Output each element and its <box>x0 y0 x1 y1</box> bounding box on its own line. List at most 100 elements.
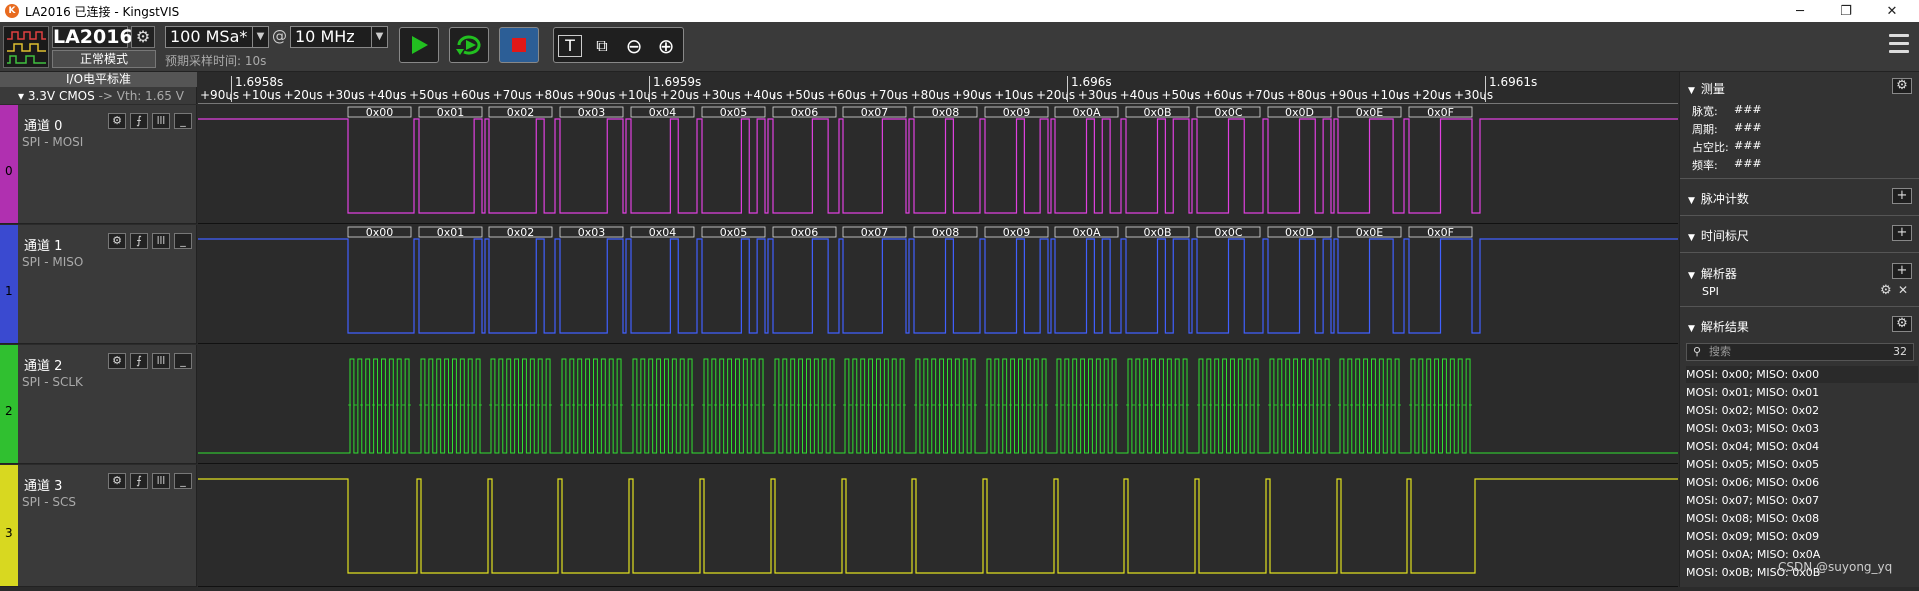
channel-0-label[interactable]: 0 通道 0 SPI - MOSI ⚙ ⨍ Ⲽ _ <box>0 105 197 224</box>
sample-rate-select[interactable]: 100 MSa* ▼ <box>165 26 269 48</box>
channel-settings-gear-icon[interactable]: ⚙ <box>108 473 126 489</box>
time-ruler-title[interactable]: 时间标尺 <box>1688 227 1749 244</box>
falling-edge-trigger-icon[interactable]: Ⲽ <box>152 473 170 489</box>
zoom-in-icon[interactable]: ⊕ <box>652 34 680 58</box>
channel-3-label[interactable]: 3 通道 3 SPI - SCS ⚙ ⨍ Ⲽ _ <box>0 465 197 587</box>
waveform-sclk[interactable] <box>198 345 1678 464</box>
device-settings-gear-icon[interactable]: ⚙ <box>131 26 155 48</box>
decode-label: 0x0E <box>1356 226 1384 239</box>
low-level-trigger-icon[interactable]: _ <box>174 113 192 129</box>
result-item[interactable]: MOSI: 0x07; MISO: 0x07 <box>1686 492 1918 509</box>
analyzer-settings-gear-icon[interactable]: ⚙ <box>1880 283 1892 298</box>
divider <box>1680 252 1919 253</box>
results-settings-gear-icon[interactable]: ⚙ <box>1892 316 1912 332</box>
device-logo-icon[interactable] <box>3 26 49 68</box>
falling-edge-trigger-icon[interactable]: Ⲽ <box>152 233 170 249</box>
ruler-tick <box>689 94 691 100</box>
start-button[interactable] <box>399 27 439 63</box>
ruler-major-label: 1.6959s <box>653 75 702 89</box>
ruler-minor-label: +30us <box>1077 88 1117 102</box>
ruler-minor-label: +60us <box>450 88 490 102</box>
falling-edge-trigger-icon[interactable]: Ⲽ <box>152 353 170 369</box>
result-item[interactable]: MOSI: 0x09; MISO: 0x09 <box>1686 528 1918 545</box>
decode-label: 0x0A <box>1072 106 1101 119</box>
waveform-miso[interactable]: 0x00 0x01 0x02 0x03 0x04 0x05 0x06 0x07 0x08 0x09… <box>198 225 1678 344</box>
channel-protocol: SPI - SCS <box>22 495 76 509</box>
falling-edge-trigger-icon[interactable]: Ⲽ <box>152 113 170 129</box>
result-item[interactable]: MOSI: 0x03; MISO: 0x03 <box>1686 420 1918 437</box>
maximize-button[interactable]: ❐ <box>1823 0 1869 22</box>
result-item[interactable]: MOSI: 0x08; MISO: 0x08 <box>1686 510 1918 527</box>
rising-edge-trigger-icon[interactable]: ⨍ <box>130 113 148 129</box>
add-pulse-count-icon[interactable]: + <box>1892 188 1912 204</box>
minimize-button[interactable]: ─ <box>1777 0 1823 22</box>
decode-label: 0x04 <box>649 226 677 239</box>
close-button[interactable]: ✕ <box>1869 0 1915 22</box>
results-title[interactable]: 解析结果 <box>1688 318 1749 335</box>
result-item[interactable]: MOSI: 0x00; MISO: 0x00 <box>1686 366 1918 383</box>
low-level-trigger-icon[interactable]: _ <box>174 473 192 489</box>
rising-edge-trigger-icon[interactable]: ⨍ <box>130 353 148 369</box>
result-item[interactable]: MOSI: 0x02; MISO: 0x02 <box>1686 402 1918 419</box>
rising-edge-trigger-icon[interactable]: ⨍ <box>130 473 148 489</box>
zoom-out-icon[interactable]: ⊖ <box>620 34 648 58</box>
ruler-major-tick <box>1485 76 1486 102</box>
result-item[interactable]: MOSI: 0x01; MISO: 0x01 <box>1686 384 1918 401</box>
ruler-tick <box>1149 94 1151 100</box>
decode-label: 0x04 <box>649 106 677 119</box>
measure-row: 脉宽: ### <box>1692 103 1762 119</box>
ruler-tick <box>731 94 733 100</box>
channel-1-label[interactable]: 1 通道 1 SPI - MISO ⚙ ⨍ Ⲽ _ <box>0 225 197 344</box>
ruler-tick <box>606 94 608 100</box>
decode-label: 0x02 <box>507 226 535 239</box>
ruler-minor-label: +70us <box>492 88 532 102</box>
repeat-start-button[interactable] <box>449 27 489 63</box>
menu-icon[interactable] <box>1889 34 1909 58</box>
channel-settings-gear-icon[interactable]: ⚙ <box>108 233 126 249</box>
remove-analyzer-close-icon[interactable]: ✕ <box>1898 283 1908 297</box>
ruler-tick <box>1358 94 1360 100</box>
results-search-input[interactable]: ⚲ 搜索 32 <box>1686 343 1914 361</box>
title-bar: K LA2016 已连接 - KingstVIS ─ ❐ ✕ <box>0 0 1919 22</box>
measure-title[interactable]: 测量 <box>1688 80 1725 97</box>
ruler-tick <box>1191 94 1193 100</box>
device-mode[interactable]: 正常模式 <box>52 50 156 68</box>
device-name[interactable]: LA2016 <box>52 26 133 48</box>
low-level-trigger-icon[interactable]: _ <box>174 233 192 249</box>
frequency-select[interactable]: 10 MHz ▼ <box>290 26 388 48</box>
time-ruler[interactable]: +90us +10us +20us +30us +40us +50us +60us +70us… <box>198 72 1678 104</box>
zoom-fit-icon[interactable]: ⧉ <box>588 34 616 58</box>
rising-edge-trigger-icon[interactable]: ⨍ <box>130 233 148 249</box>
channel-name: 通道 0 <box>24 119 63 134</box>
ruler-tick <box>522 94 524 100</box>
measure-label: 周期: <box>1692 123 1718 136</box>
pulse-count-title[interactable]: 脉冲计数 <box>1688 190 1749 207</box>
measure-row: 周期: ### <box>1692 121 1762 137</box>
result-item[interactable]: MOSI: 0x05; MISO: 0x05 <box>1686 456 1918 473</box>
ruler-minor-label: +80us <box>534 88 574 102</box>
ruler-minor-label: +20us <box>659 88 699 102</box>
channel-settings-gear-icon[interactable]: ⚙ <box>108 113 126 129</box>
channel-2-label[interactable]: 2 通道 2 SPI - SCLK ⚙ ⨍ Ⲽ _ <box>0 345 197 464</box>
analyzer-title[interactable]: 解析器 <box>1688 265 1737 282</box>
decode-label: 0x0B <box>1143 226 1171 239</box>
measure-settings-gear-icon[interactable]: ⚙ <box>1892 78 1912 94</box>
ruler-minor-label: +90us <box>200 88 240 102</box>
at-label: @ <box>272 27 287 45</box>
io-standard-select[interactable]: ▾ 3.3V CMOS -> Vth: 1.65 V <box>18 89 184 103</box>
add-time-ruler-icon[interactable]: + <box>1892 225 1912 241</box>
text-tool-icon[interactable]: T <box>558 35 582 57</box>
result-item[interactable]: MOSI: 0x06; MISO: 0x06 <box>1686 474 1918 491</box>
waveform-scs[interactable] <box>198 465 1678 587</box>
waveform-mosi[interactable]: 0x00 0x01 0x02 0x03 0x04 0x05 0x06 0x07 0x08 0x09… <box>198 105 1678 224</box>
decode-label: 0x07 <box>861 106 889 119</box>
add-analyzer-icon[interactable]: + <box>1892 263 1912 279</box>
low-level-trigger-icon[interactable]: _ <box>174 353 192 369</box>
stop-button[interactable] <box>499 27 539 63</box>
result-item[interactable]: MOSI: 0x04; MISO: 0x04 <box>1686 438 1918 455</box>
stop-icon <box>512 38 526 52</box>
channel-settings-gear-icon[interactable]: ⚙ <box>108 353 126 369</box>
ruler-tick <box>1024 94 1026 100</box>
analyzer-item-spi[interactable]: SPI <box>1702 285 1719 298</box>
ruler-tick <box>982 94 984 100</box>
